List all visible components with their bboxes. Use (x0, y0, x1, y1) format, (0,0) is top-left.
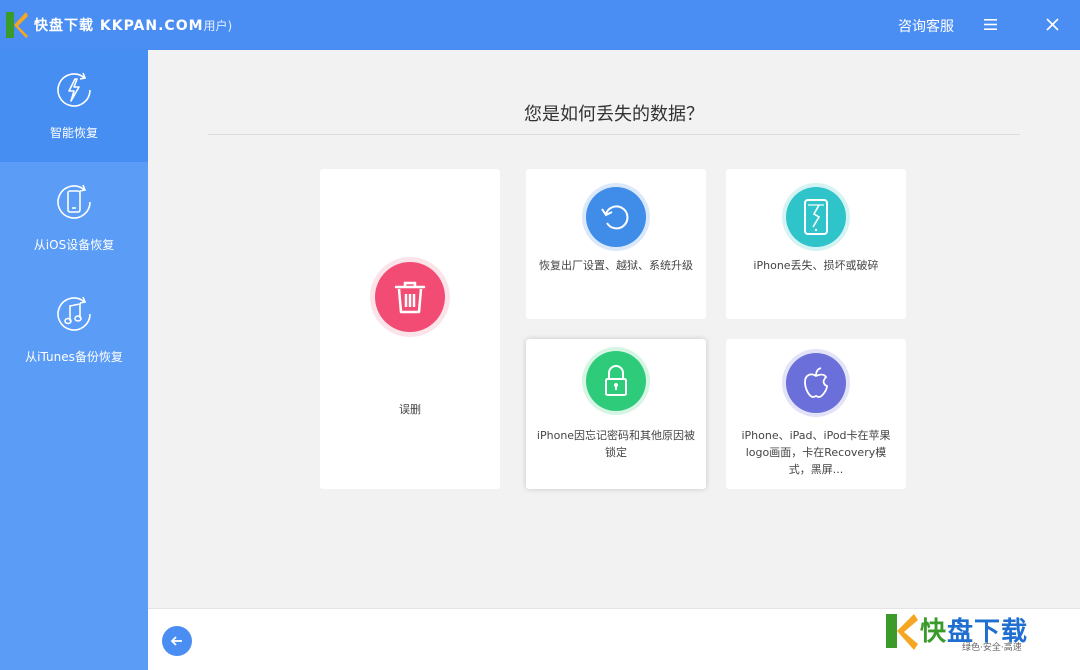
kkpan-logo-icon (886, 614, 918, 650)
sidebar-item-smart-recovery[interactable]: 智能恢复 (0, 50, 148, 162)
sidebar-item-label: 从iOS设备恢复 (33, 238, 115, 252)
close-icon[interactable] (1046, 18, 1059, 31)
broken-phone-icon (786, 187, 846, 247)
card-label: iPhone因忘记密码和其他原因被锁定 (536, 429, 696, 459)
sidebar-item-ios-device[interactable]: 从iOS设备恢复 (0, 162, 148, 274)
title-bar: 快盘下载 KKPAN.COM用户) 咨询客服 (0, 0, 1080, 50)
card-label: iPhone、iPad、iPod卡在苹果logo画面，卡在Recovery模式，… (741, 429, 891, 476)
divider (208, 134, 1020, 135)
sidebar: 智能恢复 从iOS设备恢复 从iTunes备份恢复 (0, 50, 148, 670)
sidebar-item-label: 智能恢复 (49, 126, 98, 140)
kkpan-watermark: 快盘下载 绿色·安全·高速 (886, 610, 1050, 654)
lock-icon (586, 351, 646, 411)
apple-icon (786, 353, 846, 413)
trash-icon (375, 262, 445, 332)
card-label: 恢复出厂设置、越狱、系统升级 (539, 259, 693, 272)
restore-icon (586, 187, 646, 247)
card-label: iPhone丢失、损坏或破碎 (753, 259, 879, 272)
card-lost-broken[interactable]: iPhone丢失、损坏或破碎 (726, 169, 906, 319)
menu-icon[interactable] (984, 18, 997, 31)
card-stuck-apple-logo[interactable]: iPhone、iPad、iPod卡在苹果logo画面，卡在Recovery模式，… (726, 339, 906, 489)
page-title: 您是如何丢失的数据？ (524, 104, 704, 125)
sidebar-item-label: 从iTunes备份恢复 (25, 350, 123, 364)
back-button[interactable] (162, 626, 192, 656)
window-title: 快盘下载 KKPAN.COM用户) (34, 18, 233, 34)
sidebar-item-itunes-backup[interactable]: 从iTunes备份恢复 (0, 274, 148, 386)
consult-support-link[interactable]: 咨询客服 (898, 16, 954, 36)
kkpan-logo-icon (6, 12, 28, 38)
card-locked[interactable]: iPhone因忘记密码和其他原因被锁定 (526, 339, 706, 489)
card-factory-reset[interactable]: 恢复出厂设置、越狱、系统升级 (526, 169, 706, 319)
card-accidental-delete[interactable]: 误删 (320, 169, 500, 489)
arrow-left-icon (170, 636, 182, 646)
music-refresh-icon (57, 296, 91, 331)
watermark-tagline: 绿色·安全·高速 (962, 643, 1022, 653)
phone-refresh-icon (57, 184, 91, 219)
main-content: 您是如何丢失的数据？ 误删 恢复出厂设置、越狱、系统升级 iPhone丢失、损坏… (148, 50, 1080, 608)
card-label: 误删 (399, 403, 421, 416)
lightning-refresh-icon (57, 72, 91, 107)
